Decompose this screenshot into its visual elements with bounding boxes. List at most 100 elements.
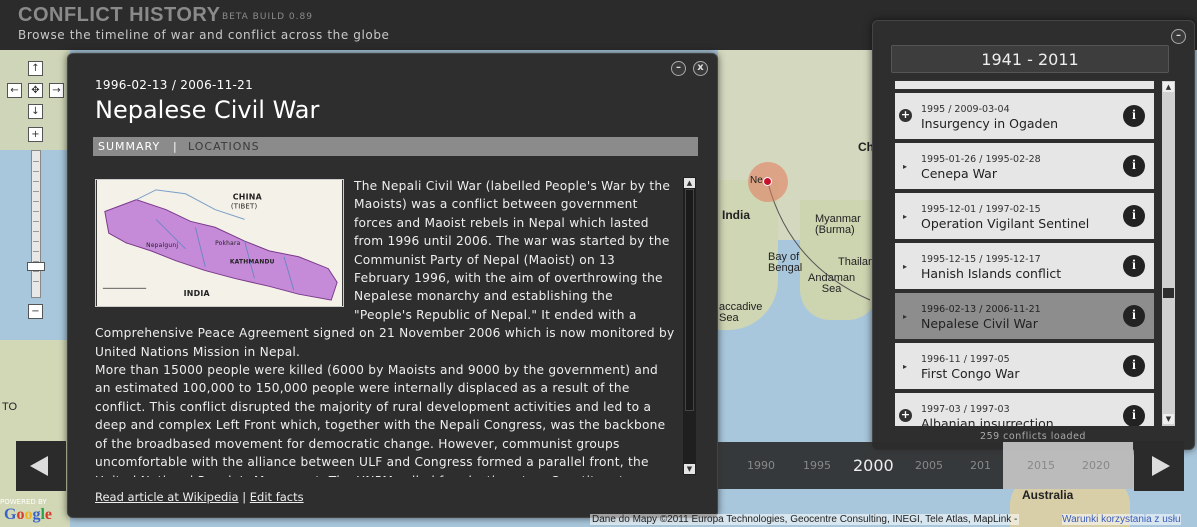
conflict-dates: 1996-02-13 / 2006-11-21 bbox=[95, 78, 254, 92]
bullet-icon: ▸ bbox=[903, 312, 908, 321]
list-item-name: Hanish Islands conflict bbox=[921, 266, 1062, 281]
list-item-dates: 1996-02-13 / 2006-11-21 bbox=[921, 304, 1041, 315]
timeline-window[interactable] bbox=[1003, 442, 1133, 489]
list-item-dates: 1997-03 / 1997-03 bbox=[921, 404, 1010, 415]
app-build: BETA BUILD 0.89 bbox=[222, 12, 313, 22]
pan-right-button[interactable]: → bbox=[49, 83, 64, 98]
info-icon[interactable]: i bbox=[1123, 205, 1145, 227]
bullet-icon: ▸ bbox=[903, 262, 908, 271]
nepal-map-image: CHINA (TIBET) INDIA KATHMANDU Pokhara Ne… bbox=[95, 179, 344, 307]
conflict-detail-panel: – x 1996-02-13 / 2006-11-21 Nepalese Civ… bbox=[67, 53, 718, 518]
bullet-icon: ▸ bbox=[903, 162, 908, 171]
list-item-name: Operation Vigilant Sentinel bbox=[921, 216, 1090, 231]
list-scroll-up-arrow[interactable]: ▲ bbox=[1163, 82, 1174, 92]
list-item[interactable] bbox=[895, 81, 1154, 91]
list-item-dates: 1995-12-15 / 1995-12-17 bbox=[921, 254, 1041, 265]
list-item-name: Insurgency in Ogaden bbox=[921, 116, 1059, 131]
svg-text:CHINA: CHINA bbox=[233, 193, 263, 202]
pan-center-button[interactable]: ✥ bbox=[28, 83, 43, 98]
tab-locations[interactable]: LOCATIONS bbox=[188, 140, 260, 153]
arrow-left-icon bbox=[30, 456, 48, 476]
list-item[interactable]: ▸ 1995-12-01 / 1997-02-15 Operation Vigi… bbox=[895, 193, 1154, 241]
zoom-slider[interactable] bbox=[31, 150, 41, 298]
svg-text:KATHMANDU: KATHMANDU bbox=[230, 260, 275, 266]
list-scroll-down-arrow[interactable]: ▼ bbox=[1163, 414, 1174, 424]
zoom-in-button[interactable]: + bbox=[28, 127, 43, 142]
map-label-australia: Australia bbox=[1022, 488, 1074, 502]
scroll-down-arrow[interactable]: ▼ bbox=[684, 464, 695, 474]
list-item[interactable]: + 1997-03 / 1997-03 Albanian insurrectio… bbox=[895, 393, 1154, 426]
list-item-name: First Congo War bbox=[921, 366, 1020, 381]
svg-text:Pokhara: Pokhara bbox=[215, 241, 241, 247]
app-title: CONFLICT HISTORY bbox=[18, 4, 221, 26]
list-item-dates: 1995-01-26 / 1995-02-28 bbox=[921, 154, 1041, 165]
detail-tabs: SUMMARY | LOCATIONS bbox=[93, 137, 698, 156]
conflict-list-panel: – 1941 - 2011 + 1995 / 2009-03-04 Insurg… bbox=[872, 20, 1195, 450]
detail-close-button[interactable]: x bbox=[693, 61, 708, 76]
pan-left-button[interactable]: ← bbox=[7, 83, 22, 98]
conflict-summary: CHINA (TIBET) INDIA KATHMANDU Pokhara Ne… bbox=[95, 177, 675, 477]
list-item-selected[interactable]: ▸ 1996-02-13 / 2006-11-21 Nepalese Civil… bbox=[895, 293, 1154, 341]
info-icon[interactable]: i bbox=[1123, 255, 1145, 277]
info-icon[interactable]: i bbox=[1123, 405, 1145, 426]
tab-separator: | bbox=[173, 140, 177, 153]
list-item[interactable]: ▸ 1995-12-15 / 1995-12-17 Hanish Islands… bbox=[895, 243, 1154, 291]
timeline-year[interactable]: 1995 bbox=[803, 459, 831, 472]
list-item-name: Nepalese Civil War bbox=[921, 316, 1038, 331]
list-item[interactable]: ▸ 1996-11 / 1997-05 First Congo War i bbox=[895, 343, 1154, 391]
conflict-title: Nepalese Civil War bbox=[95, 96, 320, 124]
map-attribution: Dane do Mapy ©2011 Europa Technologies, … bbox=[590, 514, 1020, 525]
timeline-year[interactable]: 2020 bbox=[1082, 459, 1110, 472]
timeline-year[interactable]: 201 bbox=[970, 459, 991, 472]
list-item-name: Albanian insurrection bbox=[921, 416, 1054, 426]
svg-text:(TIBET): (TIBET) bbox=[231, 203, 258, 211]
powered-by-label: POWERED BY bbox=[0, 498, 47, 506]
svg-text:INDIA: INDIA bbox=[184, 289, 211, 298]
timeline-year[interactable]: 2015 bbox=[1027, 459, 1055, 472]
list-item-dates: 1995 / 2009-03-04 bbox=[921, 104, 1010, 115]
google-logo[interactable]: Google bbox=[4, 506, 52, 524]
list-item-dates: 1996-11 / 1997-05 bbox=[921, 354, 1010, 365]
summary-paragraph-2: More than 15000 people were killed (6000… bbox=[95, 363, 666, 477]
edit-facts-link[interactable]: Edit facts bbox=[250, 490, 304, 504]
bullet-icon: ▸ bbox=[903, 362, 908, 371]
year-range: 1941 - 2011 bbox=[891, 45, 1169, 73]
info-icon[interactable]: i bbox=[1123, 355, 1145, 377]
timeline-year[interactable]: 2005 bbox=[915, 459, 943, 472]
summary-scrollbar[interactable]: ▲ ▼ bbox=[683, 177, 696, 475]
conflict-list[interactable]: + 1995 / 2009-03-04 Insurgency in Ogaden… bbox=[895, 81, 1155, 426]
timeline-prev-button[interactable] bbox=[16, 441, 66, 491]
list-item[interactable]: + 1995 / 2009-03-04 Insurgency in Ogaden… bbox=[895, 93, 1154, 141]
links-separator: | bbox=[242, 490, 247, 504]
timeline-next-button[interactable] bbox=[1134, 441, 1184, 491]
pan-up-button[interactable]: ↑ bbox=[28, 61, 43, 76]
zoom-out-button[interactable]: − bbox=[28, 304, 43, 319]
pan-down-button[interactable]: ↓ bbox=[28, 104, 43, 119]
tab-summary[interactable]: SUMMARY bbox=[98, 140, 160, 153]
info-icon[interactable]: i bbox=[1123, 305, 1145, 327]
terms-of-use-link[interactable]: Warunki korzystania z usłu bbox=[1062, 514, 1181, 525]
map-label-india: India bbox=[722, 208, 751, 222]
info-icon[interactable]: i bbox=[1123, 105, 1145, 127]
list-scrollbar[interactable]: ▲ ▼ bbox=[1162, 81, 1175, 426]
scroll-thumb[interactable] bbox=[685, 189, 694, 411]
timeline-year[interactable]: 1990 bbox=[747, 459, 775, 472]
expand-icon[interactable]: + bbox=[899, 409, 912, 422]
timeline[interactable]: 1990 1995 2000 2005 201 2015 2020 bbox=[718, 442, 1133, 489]
app-subtitle: Browse the timeline of war and conflict … bbox=[18, 28, 390, 42]
map-label-laccadive-sea: accadive Sea bbox=[719, 301, 763, 324]
detail-links: Read article at Wikipedia | Edit facts bbox=[95, 490, 304, 504]
svg-text:Nepalgunj: Nepalgunj bbox=[146, 243, 178, 249]
map-label-to: TO bbox=[2, 401, 18, 413]
conflict-marker[interactable] bbox=[763, 177, 772, 186]
list-item[interactable]: ▸ 1995-01-26 / 1995-02-28 Cenepa War i bbox=[895, 143, 1154, 191]
timeline-year-current[interactable]: 2000 bbox=[853, 456, 894, 475]
list-minimize-button[interactable]: – bbox=[1171, 29, 1186, 44]
detail-minimize-button[interactable]: – bbox=[671, 61, 686, 76]
info-icon[interactable]: i bbox=[1123, 155, 1145, 177]
zoom-slider-thumb[interactable] bbox=[27, 262, 45, 271]
wikipedia-link[interactable]: Read article at Wikipedia bbox=[95, 490, 239, 504]
scroll-up-arrow[interactable]: ▲ bbox=[684, 178, 695, 188]
expand-icon[interactable]: + bbox=[899, 109, 912, 122]
list-scroll-thumb[interactable] bbox=[1163, 288, 1174, 298]
